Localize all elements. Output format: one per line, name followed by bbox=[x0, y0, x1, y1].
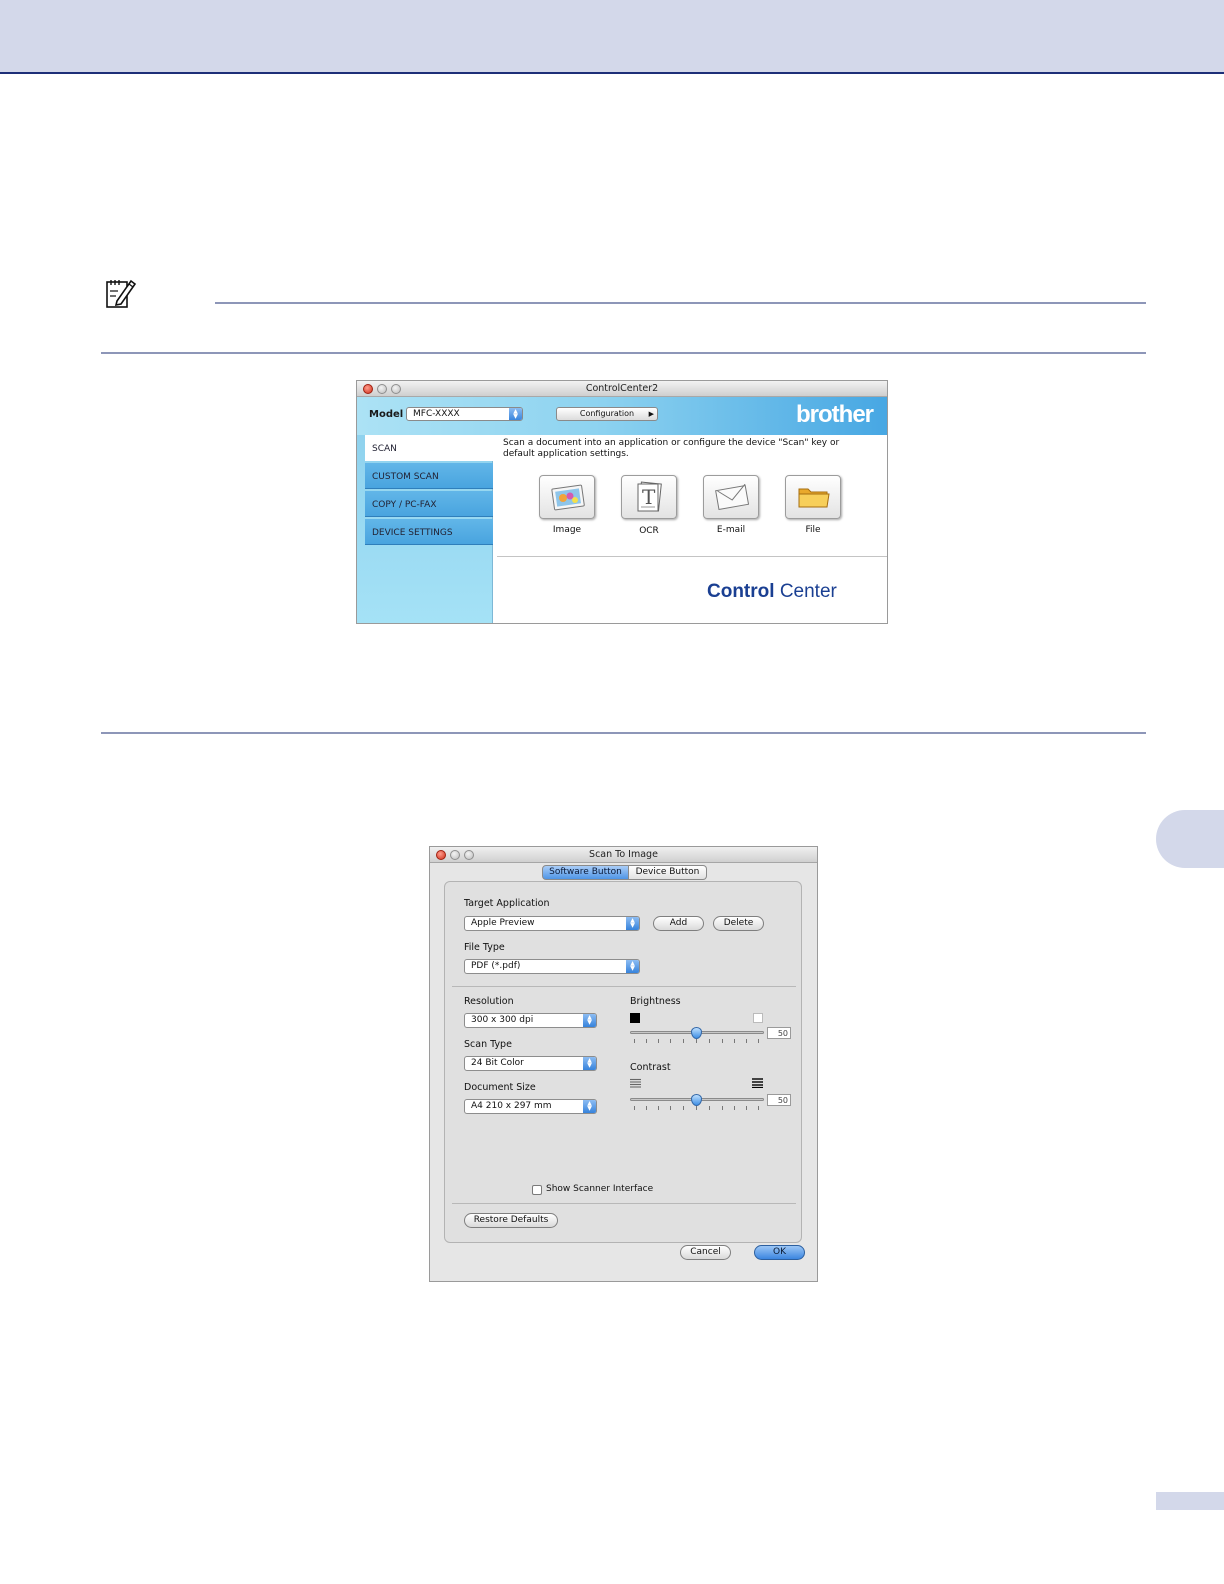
target-application-value: Apple Preview bbox=[471, 918, 535, 928]
note-icon bbox=[104, 276, 138, 310]
chapter-tab bbox=[1156, 810, 1224, 868]
scan-type-value: 24 Bit Color bbox=[471, 1058, 524, 1068]
image-icon bbox=[551, 484, 585, 511]
popup-arrows-icon: ▲ ▼ bbox=[509, 408, 522, 420]
note-bottom-rule bbox=[101, 352, 1146, 354]
section-rule bbox=[101, 732, 1146, 734]
nav-scan[interactable]: SCAN bbox=[365, 435, 493, 461]
scan-type-label: Scan Type bbox=[464, 1039, 512, 1050]
nav-device-settings[interactable]: DEVICE SETTINGS bbox=[365, 519, 493, 545]
delete-button[interactable]: Delete bbox=[713, 916, 764, 931]
document-size-value: A4 210 x 297 mm bbox=[471, 1101, 552, 1111]
cancel-button[interactable]: Cancel bbox=[680, 1245, 731, 1260]
controlcenter-header: Model MFC-XXXX ▲ ▼ Configuration ▶ brothe… bbox=[357, 397, 887, 435]
popup-arrows-icon: ▲ ▼ bbox=[583, 1057, 596, 1070]
email-button[interactable] bbox=[703, 475, 759, 519]
file-label: File bbox=[805, 525, 821, 535]
dialog-title: Scan To Image bbox=[589, 849, 658, 860]
window-titlebar: ControlCenter2 bbox=[357, 381, 887, 397]
folder-icon bbox=[798, 488, 830, 508]
controlcenter-window: ControlCenter2 Model MFC-XXXX ▲ ▼ Configu… bbox=[356, 380, 888, 624]
dialog-titlebar: Scan To Image bbox=[430, 847, 817, 863]
low-contrast-icon bbox=[630, 1078, 641, 1088]
document-size-select[interactable]: A4 210 x 297 mm ▲ ▼ bbox=[464, 1099, 597, 1114]
note-top-rule bbox=[215, 302, 1146, 304]
brother-logo: brother bbox=[796, 401, 874, 428]
brightness-value[interactable]: 50 bbox=[767, 1027, 791, 1039]
contrast-label: Contrast bbox=[630, 1062, 671, 1073]
popup-arrows-icon: ▲ ▼ bbox=[626, 960, 639, 973]
logo-regular-text: Center bbox=[779, 581, 837, 602]
page-number-tab bbox=[1156, 1492, 1224, 1510]
add-button[interactable]: Add bbox=[653, 916, 704, 931]
content-divider bbox=[497, 556, 887, 557]
model-label: Model bbox=[369, 409, 404, 420]
model-select[interactable]: MFC-XXXX ▲ ▼ bbox=[406, 407, 523, 421]
window-title: ControlCenter2 bbox=[585, 383, 659, 394]
show-scanner-interface-label: Show Scanner Interface bbox=[546, 1184, 654, 1194]
popup-arrows-icon: ▲ ▼ bbox=[626, 917, 639, 930]
tab-software-button[interactable]: Software Button bbox=[542, 865, 629, 880]
document-size-label: Document Size bbox=[464, 1082, 536, 1093]
target-application-select[interactable]: Apple Preview ▲ ▼ bbox=[464, 916, 640, 931]
brightness-label: Brightness bbox=[630, 996, 681, 1007]
svg-text:T: T bbox=[642, 485, 656, 509]
high-contrast-icon bbox=[752, 1078, 763, 1088]
show-scanner-interface-checkbox[interactable] bbox=[532, 1185, 542, 1195]
ok-button[interactable]: OK bbox=[754, 1245, 805, 1260]
resolution-select[interactable]: 300 x 300 dpi ▲ ▼ bbox=[464, 1013, 597, 1028]
popup-arrows-icon: ▲ ▼ bbox=[583, 1014, 596, 1027]
dark-square-icon bbox=[630, 1013, 640, 1023]
contrast-ticks bbox=[630, 1106, 764, 1111]
scan-description: Scan a document into an application or c… bbox=[503, 438, 840, 459]
ocr-document-icon: T bbox=[637, 481, 662, 512]
contrast-value[interactable]: 50 bbox=[767, 1094, 791, 1106]
page-header-band bbox=[0, 0, 1224, 74]
restore-defaults-button[interactable]: Restore Defaults bbox=[464, 1213, 558, 1228]
scan-type-select[interactable]: 24 Bit Color ▲ ▼ bbox=[464, 1056, 597, 1071]
email-label: E-mail bbox=[716, 525, 746, 535]
resolution-label: Resolution bbox=[464, 996, 514, 1007]
file-type-value: PDF (*.pdf) bbox=[471, 961, 521, 971]
file-type-select[interactable]: PDF (*.pdf) ▲ ▼ bbox=[464, 959, 640, 974]
model-value: MFC-XXXX bbox=[413, 409, 460, 419]
image-button[interactable] bbox=[539, 475, 595, 519]
file-type-label: File Type bbox=[464, 942, 505, 953]
triangle-right-icon: ▶ bbox=[648, 410, 654, 418]
configuration-label: Configuration bbox=[579, 409, 635, 418]
ocr-button[interactable]: T bbox=[621, 475, 677, 519]
resolution-value: 300 x 300 dpi bbox=[471, 1015, 534, 1025]
nav-custom-scan[interactable]: CUSTOM SCAN bbox=[365, 463, 493, 489]
controlcenter-logo: Control Center bbox=[707, 581, 837, 603]
logo-bold-text: Control bbox=[707, 581, 775, 602]
tab-device-button[interactable]: Device Button bbox=[629, 865, 707, 880]
nav-copy-pc-fax[interactable]: COPY / PC-FAX bbox=[365, 491, 493, 517]
ocr-label: OCR bbox=[639, 526, 659, 536]
image-label: Image bbox=[552, 525, 582, 535]
file-button[interactable] bbox=[785, 475, 841, 519]
popup-arrows-icon: ▲ ▼ bbox=[583, 1100, 596, 1113]
brightness-ticks bbox=[630, 1039, 764, 1044]
sidebar: SCAN CUSTOM SCAN COPY / PC-FAX DEVICE SE… bbox=[357, 435, 493, 623]
bottom-separator bbox=[452, 1203, 796, 1204]
scan-to-image-dialog: Scan To Image Software Button Device But… bbox=[429, 846, 818, 1282]
light-square-icon bbox=[753, 1013, 763, 1023]
envelope-icon bbox=[715, 484, 749, 510]
target-application-label: Target Application bbox=[464, 898, 550, 909]
configuration-button[interactable]: Configuration ▶ bbox=[556, 407, 658, 421]
section-separator bbox=[452, 986, 796, 987]
